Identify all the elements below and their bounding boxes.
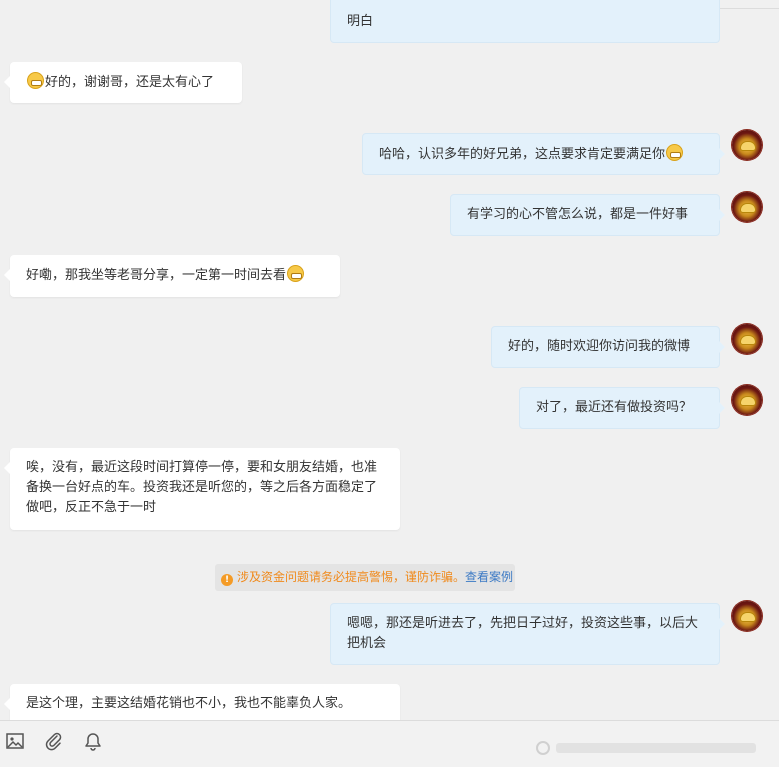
notice-text: 涉及资金问题请务必提高警惕，谨防诈骗。: [237, 570, 466, 584]
grin-emoji-icon: [287, 265, 305, 282]
message-bubble-sent: 对了，最近还有做投资吗？: [519, 387, 725, 429]
fraud-warning-notice: ! 涉及资金问题请务必提高警惕，谨防诈骗。查看案例: [215, 564, 515, 591]
message-bubble-sent: 明白: [330, 0, 720, 43]
watermark-logo-icon: [536, 741, 550, 755]
chat-area: 明白 好的，谢谢哥，还是太有心了 哈哈，认识多年的好兄弟，这点要求肯定要满足你 …: [0, 0, 779, 720]
message-text: 好嘞，那我坐等老哥分享，一定第一时间去看: [26, 268, 287, 283]
message-bubble-received: 好嘞，那我坐等老哥分享，一定第一时间去看: [4, 255, 340, 297]
avatar[interactable]: [732, 192, 762, 222]
watermark-text-blur: [556, 743, 756, 753]
message-bubble-sent: 哈哈，认识多年的好兄弟，这点要求肯定要满足你: [362, 133, 725, 175]
message-text: 嗯嗯，那还是听进去了，先把日子过好，投资这些事，以后大把机会: [347, 616, 699, 651]
avatar[interactable]: [732, 130, 762, 160]
watermark: [536, 740, 776, 758]
view-cases-link[interactable]: 查看案例: [465, 570, 513, 584]
grin-emoji-icon: [27, 72, 44, 89]
message-text: 好的，谢谢哥，还是太有心了: [45, 75, 215, 90]
bell-icon[interactable]: [83, 731, 103, 751]
message-bubble-sent: 嗯嗯，那还是听进去了，先把日子过好，投资这些事，以后大把机会: [330, 603, 725, 665]
message-bubble-received: 唉，没有，最近这段时间打算停一停，要和女朋友结婚，也准备换一台好点的车。投资我还…: [4, 448, 400, 530]
warning-icon: !: [221, 574, 233, 586]
message-text: 哈哈，认识多年的好兄弟，这点要求肯定要满足你: [379, 147, 666, 162]
avatar[interactable]: [732, 324, 762, 354]
divider: [720, 8, 779, 9]
avatar[interactable]: [732, 385, 762, 415]
message-text: 好的，随时欢迎你访问我的微博: [508, 339, 691, 354]
message-bubble-sent: 有学习的心不管怎么说，都是一件好事: [450, 194, 725, 236]
message-bubble-sent: 好的，随时欢迎你访问我的微博: [491, 326, 725, 368]
image-icon[interactable]: [5, 731, 25, 751]
message-text: 是这个理，主要这结婚花销也不小，我也不能辜负人家。: [26, 696, 352, 711]
message-bubble-received: 是这个理，主要这结婚花销也不小，我也不能辜负人家。: [4, 684, 400, 720]
attachment-icon[interactable]: [44, 731, 64, 751]
message-text: 对了，最近还有做投资吗？: [536, 400, 693, 415]
message-text: 有学习的心不管怎么说，都是一件好事: [467, 207, 689, 222]
message-bubble-received: 好的，谢谢哥，还是太有心了: [4, 62, 242, 103]
thinking-emoji-icon: [666, 144, 684, 161]
avatar[interactable]: [732, 601, 762, 631]
message-text: 唉，没有，最近这段时间打算停一停，要和女朋友结婚，也准备换一台好点的车。投资我还…: [26, 460, 378, 515]
message-text: 明白: [347, 14, 374, 29]
